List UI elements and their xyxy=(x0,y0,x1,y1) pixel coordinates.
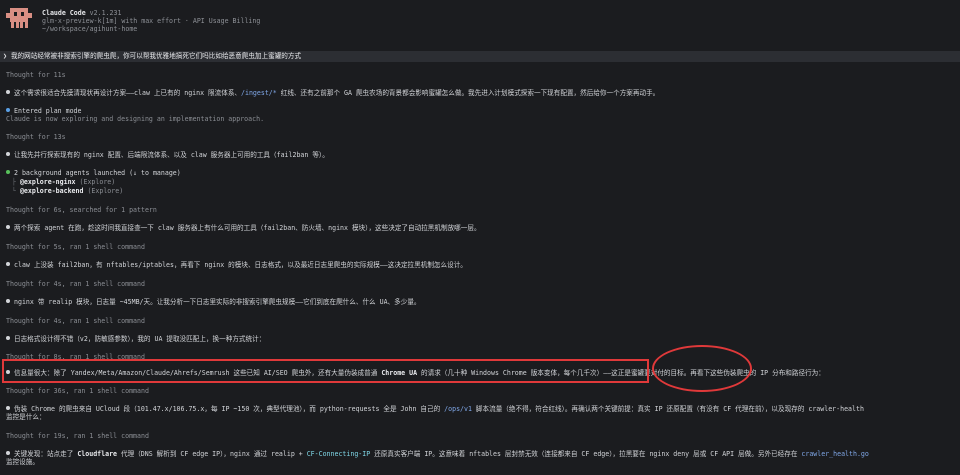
thought-line[interactable]: Thought for 4s, ran 1 shell command xyxy=(6,317,145,325)
annotation-red-rectangle xyxy=(2,359,649,383)
thought-line[interactable]: Thought for 13s xyxy=(6,133,66,141)
message-line: 让我先并行探索现有的 nginx 配置、后端限流体系、以及 claw 服务器上可… xyxy=(6,151,329,159)
tree-branch-icon: ├ xyxy=(12,178,20,186)
message-line: claw 上没装 fail2ban，有 nftables/iptables，再看… xyxy=(6,261,467,269)
message-text: 红线、还有之前那个 GA 爬虫农场的背景都会影响蜜罐怎么做。我先进入计划模式探索… xyxy=(276,89,660,97)
agent-explore-backend[interactable]: └ @explore-backend (Explore) xyxy=(12,187,123,195)
inline-code: crawler_health.go xyxy=(801,450,869,458)
message-continuation: 监控设施。 xyxy=(6,458,39,466)
agent-explore-nginx[interactable]: ├ @explore-nginx (Explore) xyxy=(12,178,115,186)
thought-line[interactable]: Thought for 6s, searched for 1 pattern xyxy=(6,206,157,214)
agents-line[interactable]: 2 background agents launched (↓ to manag… xyxy=(6,169,181,177)
user-prompt[interactable]: ❯ 我的网站经常被非搜索引擎的爬虫爬，你可以帮我优雅地搞死它们吗比如给恶意爬虫加… xyxy=(0,51,960,62)
agent-type: (Explore) xyxy=(75,178,116,186)
bullet-dot-icon xyxy=(6,406,10,410)
annotation-red-ellipse xyxy=(652,345,752,392)
message-line: 伪装 Chrome 的爬虫来自 UCloud 段（101.47.x/106.75… xyxy=(6,405,864,413)
message-text: claw 上没装 fail2ban，有 nftables/iptables，再看… xyxy=(14,261,467,269)
inline-code: CF-Connecting-IP xyxy=(306,450,371,458)
plan-mode-line: Entered plan mode xyxy=(6,107,82,115)
app-version: v2.1.231 xyxy=(89,9,122,17)
message-line: 两个探索 agent 在跑，趁这时间我直接查一下 claw 服务器上有什么可用的… xyxy=(6,224,481,232)
message-text: nginx 带 realip 模块，日志量 ~45MB/天。让我分析一下日志里实… xyxy=(14,298,421,306)
bullet-dot-icon xyxy=(6,299,10,303)
bullet-dot-icon xyxy=(6,90,10,94)
inline-code: /ingest/* xyxy=(241,89,277,97)
bullet-dot-icon xyxy=(6,451,10,455)
plan-mode-title: Entered plan mode xyxy=(14,107,82,115)
message-line: 关键发现：站点走了 Cloudflare 代理（DNS 解析到 CF edge … xyxy=(6,450,869,458)
message-text: 代理（DNS 解析到 CF edge IP），nginx 通过 realip + xyxy=(117,450,307,458)
thought-line[interactable]: Thought for 36s, ran 1 shell command xyxy=(6,387,149,395)
terminal-window: Claude Code v2.1.231 glm-x-preview-k[1m]… xyxy=(0,0,960,475)
message-text: 两个探索 agent 在跑，趁这时间我直接查一下 claw 服务器上有什么可用的… xyxy=(14,224,481,232)
header-text: Claude Code v2.1.231 glm-x-preview-k[1m]… xyxy=(42,9,260,33)
working-path: ~/workspace/agihunt-home xyxy=(42,25,138,33)
thought-line[interactable]: Thought for 4s, ran 1 shell command xyxy=(6,280,145,288)
thought-line[interactable]: Thought for 5s, ran 1 shell command xyxy=(6,243,145,251)
message-text: 还原真实客户端 IP。这意味着 nftables 层封禁无效（连接都来自 CF … xyxy=(370,450,802,458)
message-continuation: 监控是什么： xyxy=(6,413,46,421)
message-line: nginx 带 realip 模块，日志量 ~45MB/天。让我分析一下日志里实… xyxy=(6,298,421,306)
message-text: 关键发现：站点走了 xyxy=(14,450,78,458)
plan-mode-desc: Claude is now exploring and designing an… xyxy=(6,115,265,123)
message-text: 脚本流量（绝不得，符合红线）。再确认两个关键前提：真实 IP 还原配置（有没有 … xyxy=(471,405,864,413)
agent-name: @explore-nginx xyxy=(19,178,76,186)
bullet-dot-icon xyxy=(6,170,10,174)
agents-text: 2 background agents launched (↓ to manag… xyxy=(14,169,181,177)
thought-line[interactable]: Thought for 11s xyxy=(6,71,66,79)
message-text: 伪装 Chrome 的爬虫来自 UCloud 段（101.47.x/106.75… xyxy=(14,405,445,413)
bullet-dot-icon xyxy=(6,225,10,229)
message-text: 让我先并行探索现有的 nginx 配置、后端限流体系、以及 claw 服务器上可… xyxy=(14,151,329,159)
user-prompt-text: ❯ 我的网站经常被非搜索引擎的爬虫爬，你可以帮我优雅地搞死它们吗比如给恶意爬虫加… xyxy=(3,52,302,60)
inline-bold: Cloudflare xyxy=(77,450,118,458)
tree-branch-icon: └ xyxy=(12,187,20,195)
message-line: 日志格式设计得不错（v2，防敏感参数），我的 UA 提取没匹配上，换一种方式统计… xyxy=(6,335,265,343)
bullet-dot-icon xyxy=(6,262,10,266)
bullet-dot-icon xyxy=(6,152,10,156)
agent-name: @explore-backend xyxy=(19,187,84,195)
message-text: 日志格式设计得不错（v2，防敏感参数），我的 UA 提取没匹配上，换一种方式统计… xyxy=(14,335,266,343)
app-title: Claude Code xyxy=(42,9,86,17)
bullet-dot-icon xyxy=(6,108,10,112)
agent-type: (Explore) xyxy=(83,187,124,195)
message-line: 这个需求很适合先摸清现状再设计方案——claw 上已有的 nginx 限流体系、… xyxy=(6,89,659,97)
thought-line[interactable]: Thought for 19s, ran 1 shell command xyxy=(6,432,149,440)
message-text: 这个需求很适合先摸清现状再设计方案——claw 上已有的 nginx 限流体系、 xyxy=(14,89,242,97)
claude-pixel-logo-icon xyxy=(6,8,32,28)
inline-code: /ops/v1 xyxy=(444,405,472,413)
model-line: glm-x-preview-k[1m] with max effort · AP… xyxy=(42,17,261,25)
bullet-dot-icon xyxy=(6,336,10,340)
